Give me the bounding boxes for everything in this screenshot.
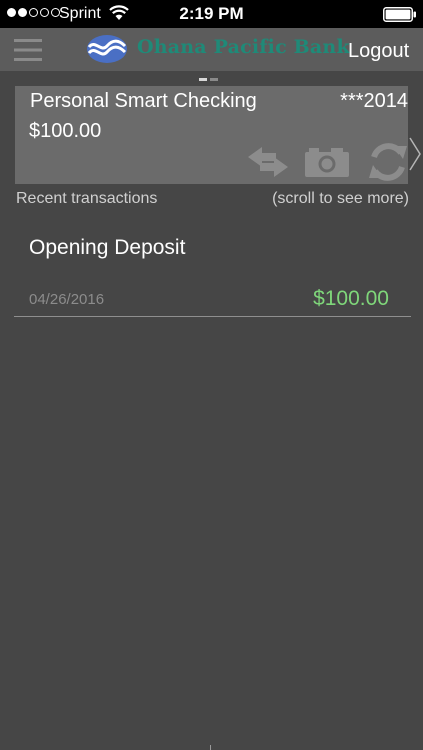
account-number: ***2014 <box>340 90 408 112</box>
status-time: 2:19 PM <box>179 4 244 23</box>
transaction-amount: $100.00 <box>313 287 389 310</box>
account-page-indicator <box>199 78 218 81</box>
logout-button[interactable]: Logout <box>348 40 409 63</box>
bank-logo-icon <box>87 35 127 63</box>
transaction-date: 04/26/2016 <box>29 291 105 308</box>
refresh-icon[interactable] <box>368 143 408 181</box>
transaction-row[interactable]: Opening Deposit 04/26/2016 $100.00 <box>14 225 411 317</box>
chevron-right-icon[interactable] <box>408 136 422 172</box>
account-balance: $100.00 <box>29 120 102 142</box>
page-dot <box>210 78 218 81</box>
scroll-indicator <box>210 745 211 750</box>
battery-full-icon <box>383 7 416 22</box>
transaction-description: Opening Deposit <box>29 236 186 259</box>
bank-name: Ohana Pacific Bank <box>137 36 350 58</box>
page-dot-active <box>199 78 207 81</box>
account-name: Personal Smart Checking <box>30 90 257 112</box>
hamburger-menu-icon[interactable] <box>14 38 42 62</box>
camera-icon[interactable] <box>304 146 350 178</box>
scroll-hint: (scroll to see more) <box>272 190 409 207</box>
transfer-icon[interactable] <box>246 146 290 178</box>
status-bar: Sprint 2:19 PM <box>0 0 423 28</box>
account-card[interactable]: Personal Smart Checking ***2014 $100.00 <box>15 86 408 184</box>
recent-transactions-label: Recent transactions <box>16 190 158 207</box>
app-header: Ohana Pacific Bank Logout <box>0 28 423 71</box>
